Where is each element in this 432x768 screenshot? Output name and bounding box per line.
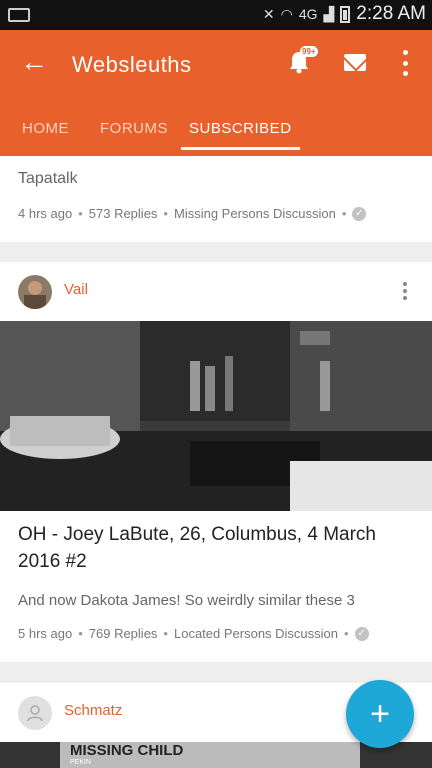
- clock: 2:28 AM: [356, 3, 426, 24]
- default-avatar-icon: [27, 705, 43, 722]
- topic-replies: 769 Replies: [88, 626, 158, 641]
- topic-excerpt: And now Dakota James! So weirdly similar…: [18, 592, 355, 609]
- app-title: Websleuths: [72, 52, 192, 77]
- notification-badge: 99+: [300, 46, 318, 57]
- back-arrow-icon[interactable]: ←: [20, 48, 48, 76]
- post-image[interactable]: MISSING CHILD PEKIN: [0, 742, 432, 768]
- wifi-icon: ◠: [280, 5, 293, 22]
- more-vert-icon[interactable]: [400, 50, 410, 76]
- topic-time: 4 hrs ago: [18, 206, 73, 221]
- more-vert-icon[interactable]: [402, 282, 408, 300]
- new-topic-fab[interactable]: +: [346, 680, 414, 748]
- signal-icon: ▟: [323, 5, 335, 22]
- tab-home[interactable]: HOME: [22, 120, 69, 137]
- topic-meta: 4 hrs ago • 573 Replies • Missing Person…: [18, 206, 367, 221]
- topic-card[interactable]: Vail OH - Joey LaBute, 26, Columbus, 4 M…: [0, 262, 432, 662]
- status-bar: ✕ ◠ 4G ▟ 2:28 AM: [0, 0, 432, 30]
- notifications-button[interactable]: 99+: [288, 46, 318, 74]
- author-name[interactable]: Vail: [64, 281, 88, 298]
- mute-icon: ✕: [262, 5, 275, 22]
- topic-card[interactable]: Tapatalk 4 hrs ago • 573 Replies • Missi…: [0, 156, 432, 242]
- voicemail-icon: [8, 8, 30, 22]
- post-image[interactable]: [0, 321, 432, 511]
- image-caption: MISSING CHILD: [60, 742, 360, 768]
- tab-subscribed[interactable]: SUBSCRIBED: [181, 120, 300, 150]
- avatar-image: [18, 275, 52, 309]
- battery-icon: [340, 5, 351, 23]
- subscribed-check-icon: ✓: [352, 206, 367, 221]
- topic-forum: Missing Persons Discussion: [173, 206, 336, 221]
- image-subcaption: PEKIN: [70, 759, 92, 766]
- avatar[interactable]: [18, 275, 52, 309]
- network-type: 4G: [298, 6, 318, 22]
- author-name[interactable]: Schmatz: [64, 702, 122, 719]
- truncated-line: [18, 142, 22, 160]
- app-bar: ← Websleuths 99+ HOME FORUMS SUBSCRIBED: [0, 30, 432, 156]
- cctv-photo: [0, 321, 432, 511]
- tab-bar: HOME FORUMS SUBSCRIBED: [0, 112, 432, 156]
- mail-icon[interactable]: [344, 54, 366, 71]
- topic-forum: Located Persons Discussion: [173, 626, 339, 641]
- subscribed-check-icon: ✓: [354, 626, 369, 641]
- topic-title[interactable]: OH - Joey LaBute, 26, Columbus, 4 March …: [18, 521, 413, 575]
- topic-meta: 5 hrs ago • 769 Replies • Located Person…: [18, 626, 369, 641]
- tab-forums[interactable]: FORUMS: [100, 120, 168, 137]
- topic-excerpt: Tapatalk: [18, 170, 78, 187]
- avatar[interactable]: [18, 696, 52, 730]
- topic-replies: 573 Replies: [88, 206, 158, 221]
- topic-time: 5 hrs ago: [18, 626, 73, 641]
